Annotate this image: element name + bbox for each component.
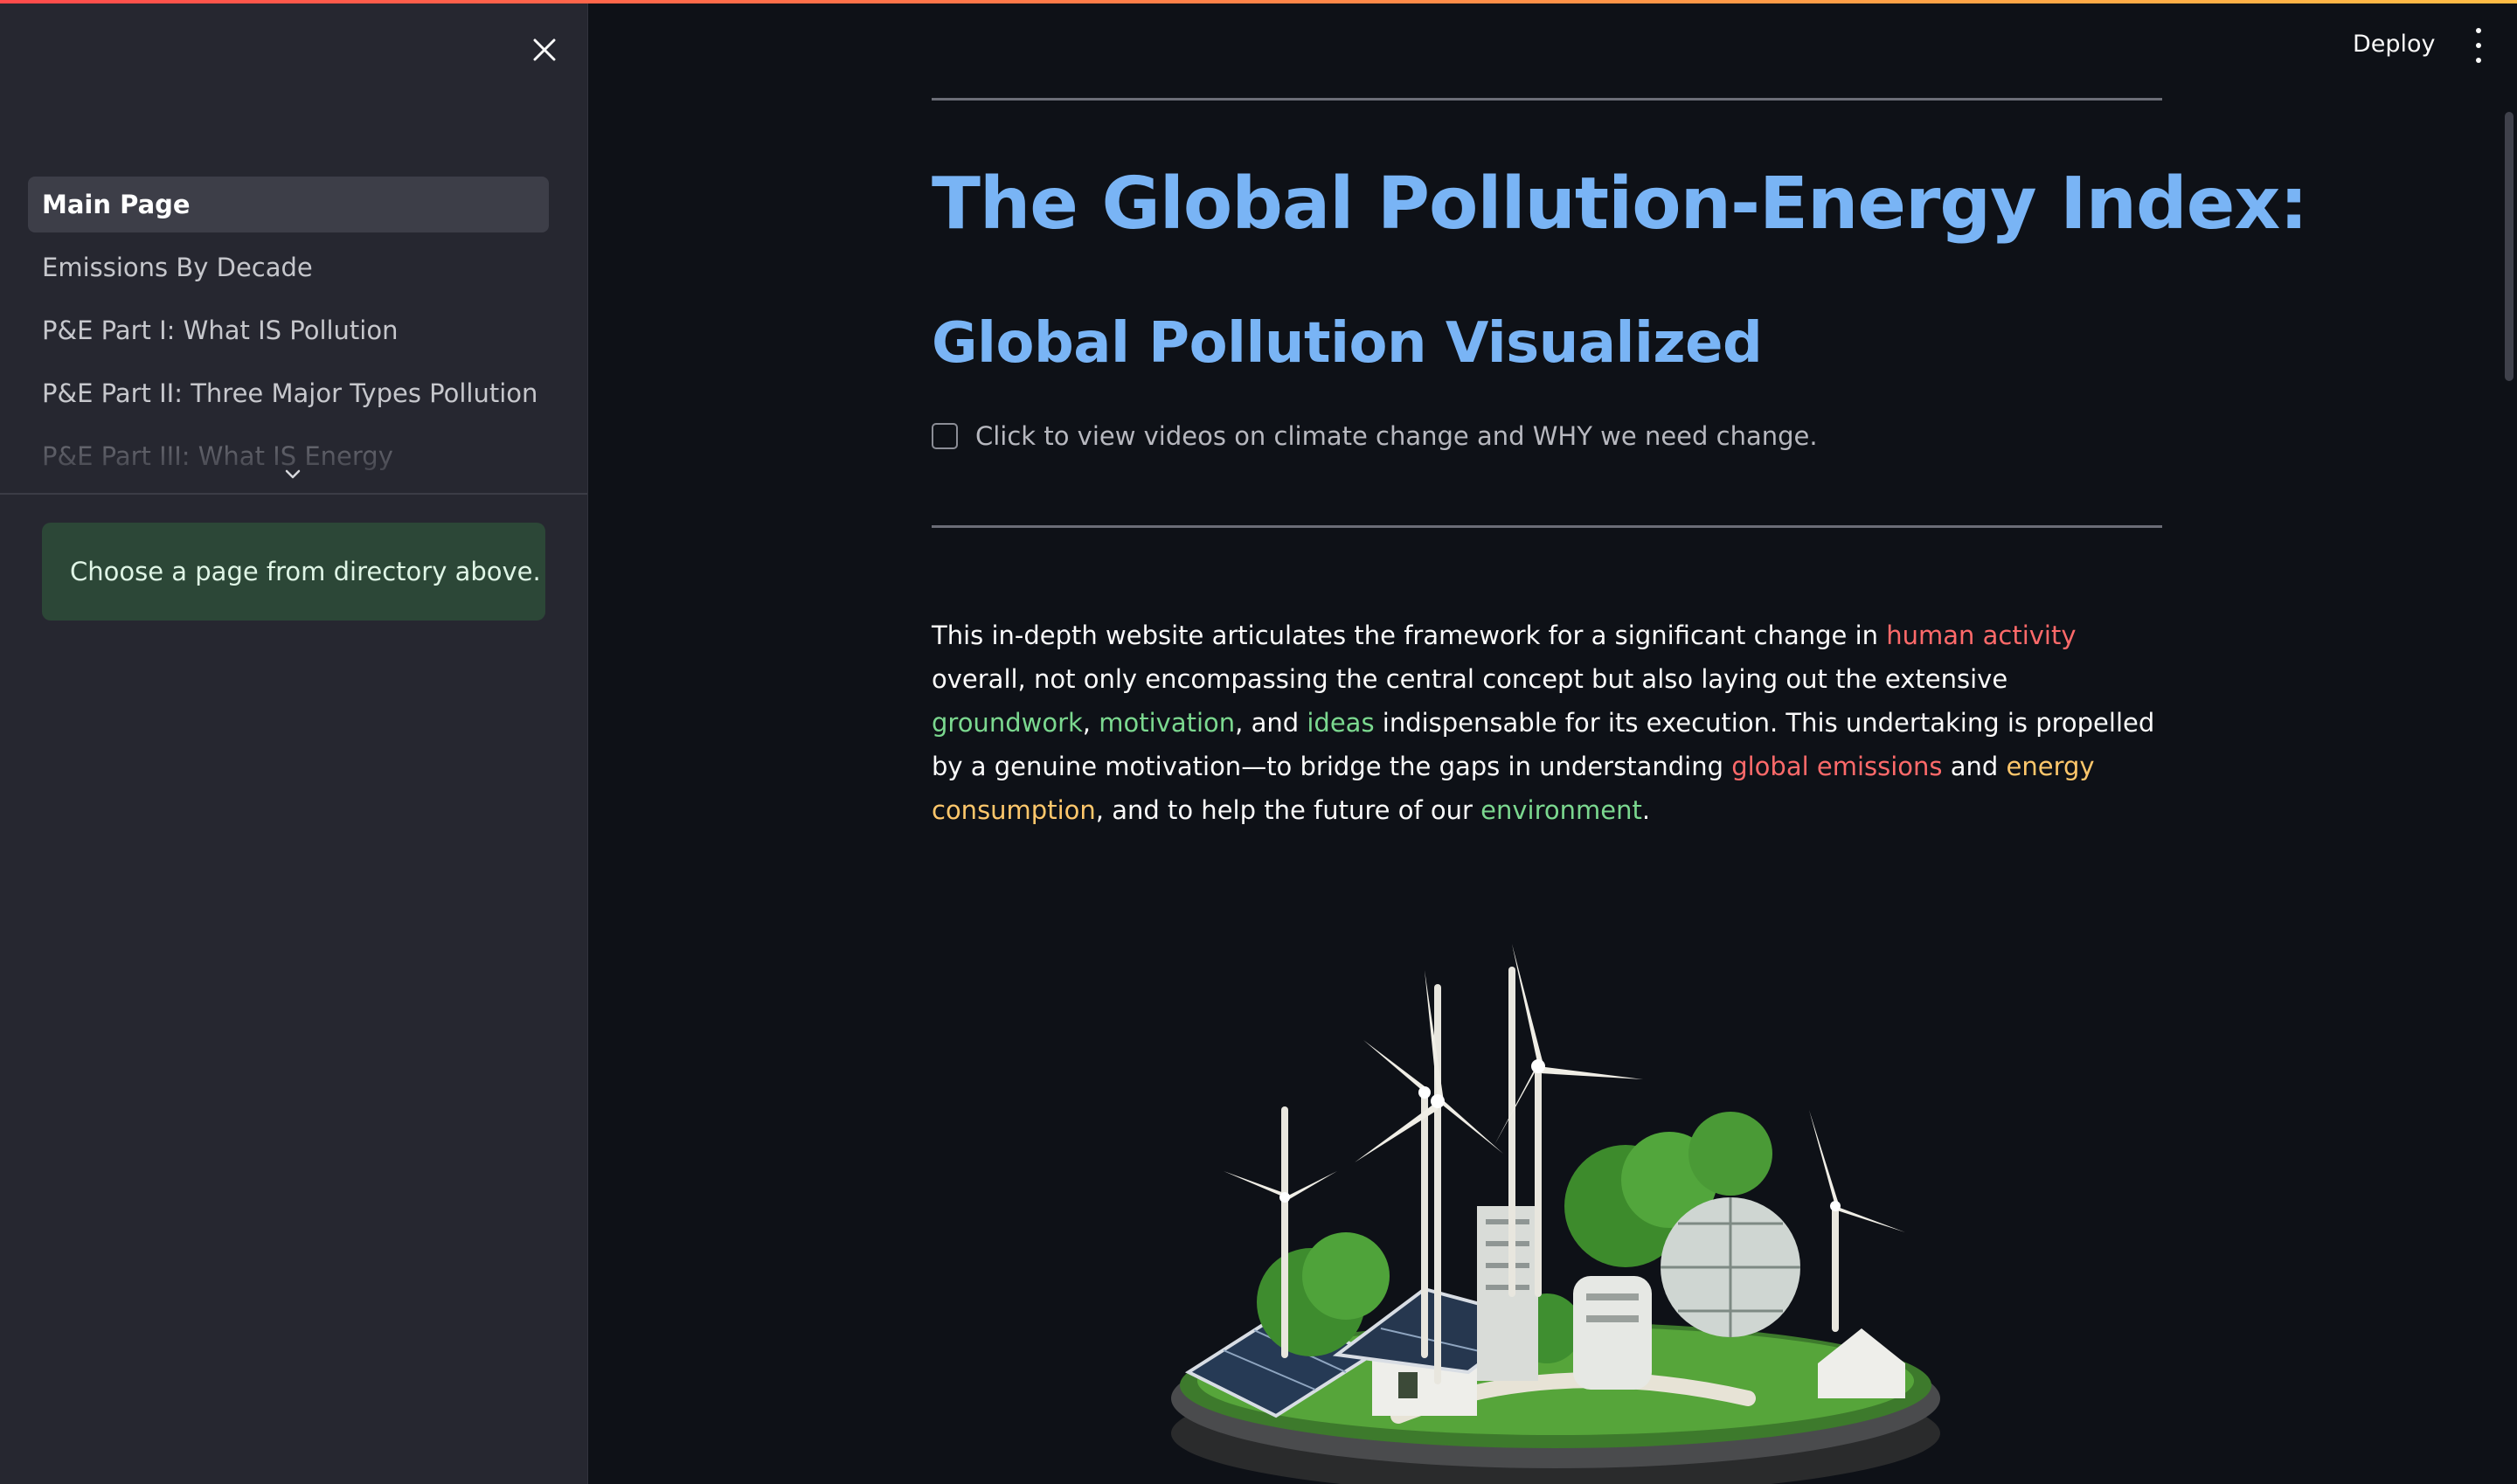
page-subtitle: Global Pollution Visualized <box>932 311 1763 376</box>
sidebar-divider <box>0 493 587 495</box>
info-alert: Choose a page from directory above. <box>42 523 545 621</box>
main-menu-button[interactable] <box>2466 28 2491 63</box>
highlight-human-activity: human activity <box>1886 621 2077 650</box>
expand-nav-button[interactable] <box>281 467 304 482</box>
highlight-global-emissions: global emissions <box>1731 752 1943 781</box>
highlight-motivation: motivation <box>1099 708 1236 738</box>
divider-top <box>932 98 2162 101</box>
highlight-groundwork: groundwork <box>932 708 1083 738</box>
green-energy-island-image <box>1171 944 1940 1484</box>
chevron-down-icon <box>285 469 301 479</box>
sidebar: Main Page Emissions By Decade P&E Part I… <box>0 3 588 1484</box>
divider-middle <box>932 525 2162 528</box>
videos-checkbox-label[interactable]: Click to view videos on climate change a… <box>975 421 1818 451</box>
videos-checkbox-row[interactable]: Click to view videos on climate change a… <box>932 421 1818 451</box>
kebab-menu-icon <box>2476 28 2481 33</box>
videos-checkbox[interactable] <box>932 423 958 449</box>
main-scrollbar[interactable] <box>2505 112 2514 381</box>
highlight-ideas: ideas <box>1307 708 1375 738</box>
page-navigation: Main Page Emissions By Decade P&E Part I… <box>28 177 549 477</box>
nav-item-main-page[interactable]: Main Page <box>28 177 549 232</box>
intro-paragraph: This in-depth website articulates the fr… <box>932 621 2155 825</box>
close-sidebar-button[interactable] <box>524 30 565 70</box>
page-title: The Global Pollution-Energy Index: <box>932 163 2308 246</box>
deploy-button[interactable]: Deploy <box>2342 23 2446 65</box>
nav-item-three-major-types-pollution[interactable]: P&E Part II: Three Major Types Pollution <box>28 365 549 421</box>
info-alert-text: Choose a page from directory above. <box>70 557 541 586</box>
nav-item-emissions-by-decade[interactable]: Emissions By Decade <box>28 239 549 295</box>
highlight-environment: environment <box>1480 795 1642 825</box>
close-icon <box>533 38 556 61</box>
nav-item-what-is-pollution[interactable]: P&E Part I: What IS Pollution <box>28 302 549 358</box>
